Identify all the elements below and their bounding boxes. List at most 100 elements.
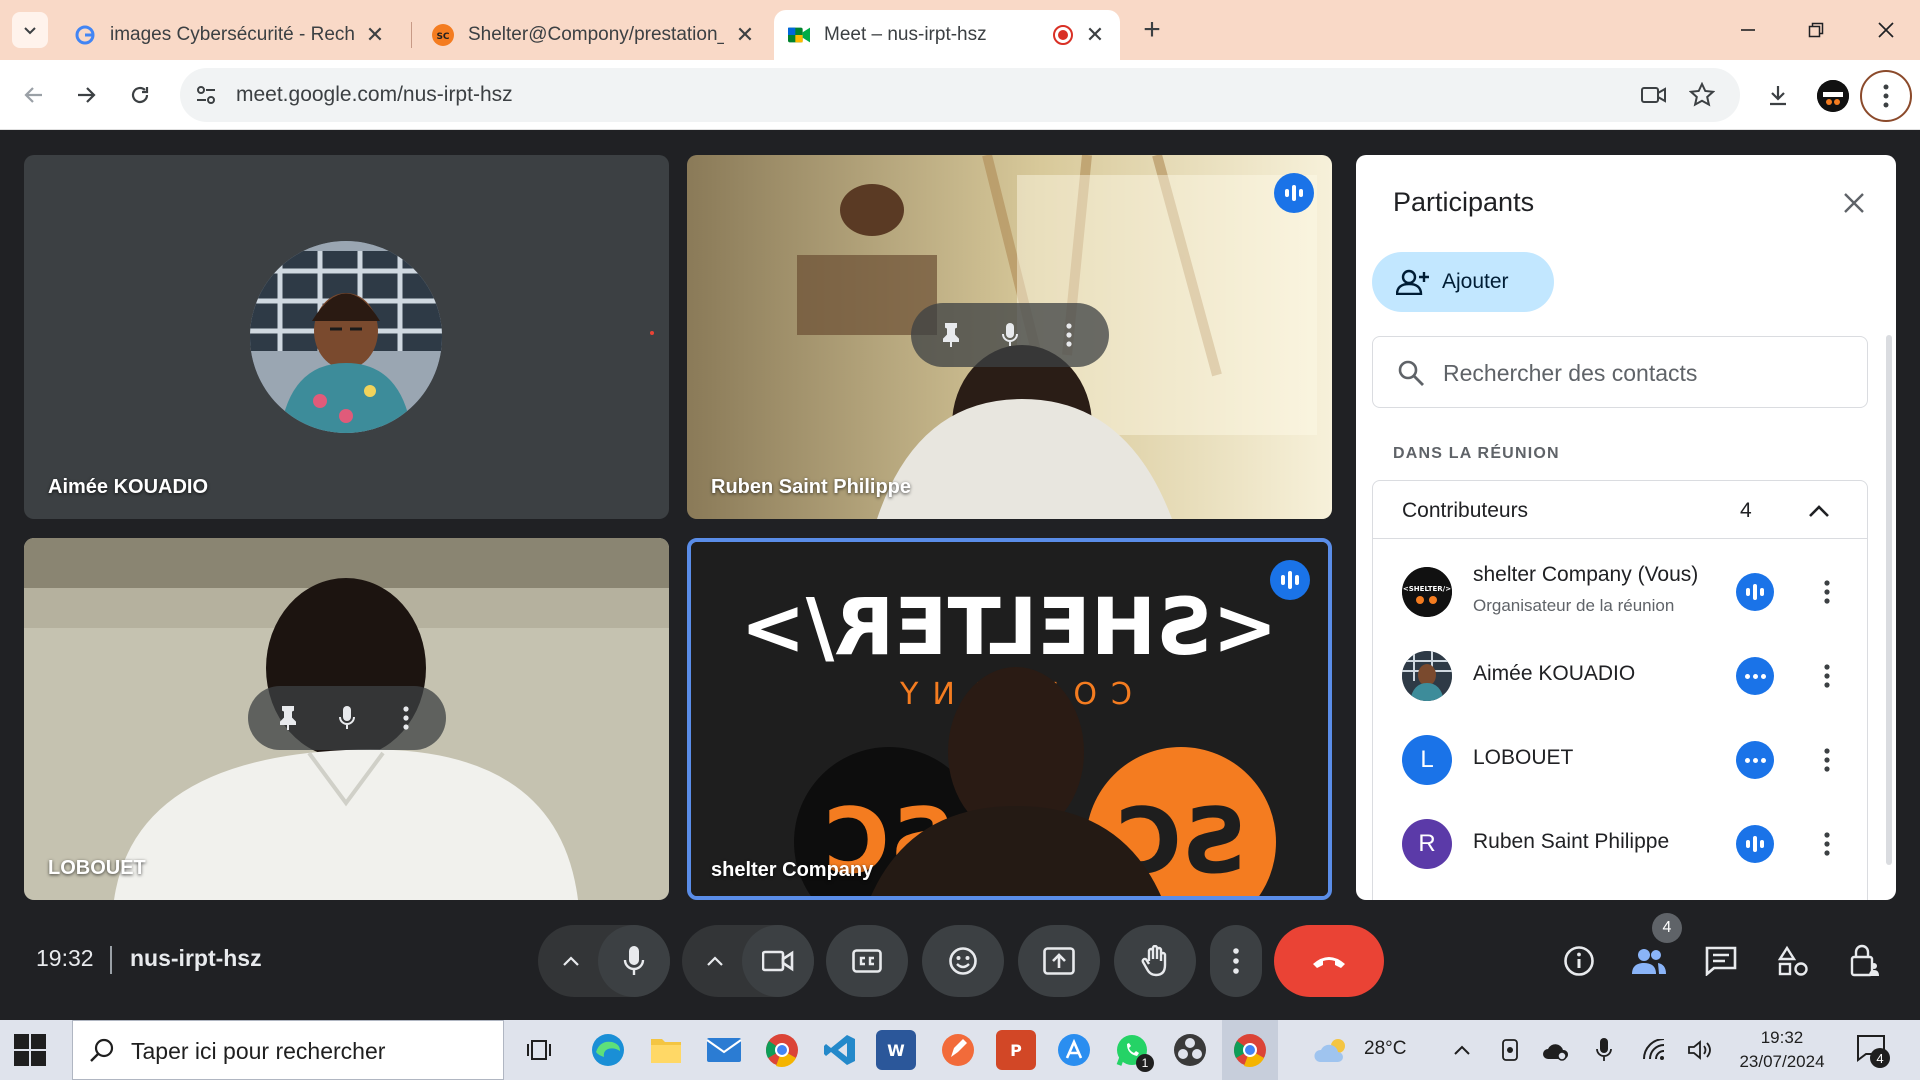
- new-tab-button[interactable]: +: [1136, 14, 1168, 46]
- mail-icon[interactable]: [704, 1030, 744, 1070]
- browser-tab-strip: images Cybersécurité - Recherche ✕ SC Sh…: [0, 0, 1920, 60]
- volume-icon[interactable]: [1686, 1036, 1714, 1064]
- file-explorer-icon[interactable]: [646, 1030, 686, 1070]
- app-store-icon[interactable]: [1054, 1030, 1094, 1070]
- panel-title: Participants: [1393, 187, 1535, 217]
- taskbar-search-input[interactable]: [131, 1033, 491, 1069]
- microphone-icon[interactable]: [988, 313, 1032, 357]
- forward-button[interactable]: [68, 77, 104, 113]
- video-tile-aimee[interactable]: Aimée KOUADIO: [24, 155, 669, 519]
- bookmark-star-icon[interactable]: [1688, 81, 1716, 109]
- close-window-button[interactable]: [1856, 12, 1916, 48]
- chrome-icon[interactable]: [762, 1030, 802, 1070]
- add-people-button[interactable]: Ajouter: [1372, 252, 1554, 312]
- audio-options-chevron-icon[interactable]: [548, 938, 594, 984]
- host-controls-button[interactable]: [1842, 938, 1888, 984]
- microphone-icon[interactable]: [325, 696, 369, 740]
- more-options-icon[interactable]: [1047, 313, 1091, 357]
- notification-center-icon[interactable]: 4: [1856, 1034, 1890, 1068]
- more-options-icon[interactable]: [1809, 742, 1845, 778]
- captions-button[interactable]: [826, 925, 908, 997]
- avatar: R: [1402, 819, 1452, 869]
- avatar: [1402, 651, 1452, 701]
- meet-now-icon[interactable]: [1496, 1036, 1524, 1064]
- chrome-active-icon[interactable]: [1222, 1020, 1278, 1080]
- microphone-toggle-button[interactable]: [598, 925, 670, 997]
- notification-count: 4: [1870, 1048, 1890, 1068]
- video-tile-ruben[interactable]: Ruben Saint Philippe: [687, 155, 1332, 519]
- tab-meet[interactable]: Meet – nus-irpt-hsz ✕: [774, 10, 1120, 60]
- camera-toggle-button[interactable]: [742, 925, 814, 997]
- close-panel-button[interactable]: [1836, 185, 1872, 221]
- people-button[interactable]: [1626, 938, 1672, 984]
- weather-icon[interactable]: [1314, 1036, 1354, 1064]
- profile-avatar[interactable]: [1817, 80, 1849, 112]
- more-options-button[interactable]: [1210, 925, 1262, 997]
- site-settings-icon[interactable]: [194, 83, 218, 107]
- taskbar-clock[interactable]: 19:32 23/07/2024: [1738, 1026, 1826, 1074]
- meeting-details-button[interactable]: [1556, 938, 1602, 984]
- participants-panel: Participants Ajouter DANS LA RÉUNION Con…: [1356, 155, 1896, 900]
- obs-studio-icon[interactable]: [1170, 1030, 1210, 1070]
- video-options-chevron-icon[interactable]: [692, 938, 738, 984]
- pen-app-icon[interactable]: [938, 1030, 978, 1070]
- more-options-icon[interactable]: [1809, 826, 1845, 862]
- minimize-window-button[interactable]: [1718, 12, 1778, 48]
- search-input[interactable]: [1443, 351, 1843, 395]
- more-options-icon[interactable]: [1809, 658, 1845, 694]
- close-icon: [1844, 193, 1864, 213]
- chevron-up-icon[interactable]: [1448, 1036, 1476, 1064]
- microphone-icon: [623, 946, 645, 975]
- participant-row[interactable]: R Ruben Saint Philippe: [1373, 802, 1867, 886]
- video-tile-lobouet[interactable]: LOBOUET: [24, 538, 669, 900]
- chevron-up-icon[interactable]: [1801, 493, 1837, 529]
- taskbar-search[interactable]: [72, 1020, 504, 1080]
- powerpoint-icon[interactable]: P: [996, 1030, 1036, 1070]
- leave-call-button[interactable]: [1274, 925, 1384, 997]
- back-button[interactable]: [16, 77, 52, 113]
- reload-button[interactable]: [122, 77, 158, 113]
- raise-hand-button[interactable]: [1114, 925, 1196, 997]
- whatsapp-icon[interactable]: 1: [1112, 1030, 1154, 1072]
- address-bar[interactable]: meet.google.com/nus-irpt-hsz: [180, 68, 1740, 122]
- close-tab-icon[interactable]: ✕: [734, 22, 756, 48]
- participant-row[interactable]: L LOBOUET: [1373, 718, 1867, 802]
- panel-scrollbar[interactable]: [1886, 335, 1892, 865]
- reactions-button[interactable]: [922, 925, 1004, 997]
- clock-date: 23/07/2024: [1739, 1052, 1825, 1071]
- cloud-sync-icon[interactable]: [1542, 1036, 1570, 1064]
- close-tab-icon[interactable]: ✕: [364, 22, 386, 48]
- tab-images-search[interactable]: images Cybersécurité - Recherche ✕: [60, 10, 400, 60]
- activities-button[interactable]: [1770, 938, 1816, 984]
- contact-search[interactable]: [1372, 336, 1868, 408]
- pin-icon[interactable]: [266, 696, 310, 740]
- wifi-icon[interactable]: [1640, 1036, 1668, 1064]
- url-text[interactable]: meet.google.com/nus-irpt-hsz: [236, 83, 513, 107]
- weather-temperature[interactable]: 28°C: [1364, 1038, 1406, 1060]
- avatar: [250, 241, 442, 433]
- more-options-icon[interactable]: [1809, 574, 1845, 610]
- chevron-down-icon: [24, 27, 36, 35]
- tab-shelter-prestation[interactable]: SC Shelter@Compony/prestation_client ✕: [418, 10, 770, 60]
- task-view-icon[interactable]: [520, 1030, 560, 1070]
- windows-start-icon[interactable]: [14, 1034, 46, 1066]
- tab-search-dropdown[interactable]: [12, 12, 48, 48]
- chrome-menu-button[interactable]: [1860, 70, 1912, 122]
- participant-row[interactable]: Aimée KOUADIO: [1373, 634, 1867, 718]
- call-end-icon: [1313, 957, 1345, 968]
- contributors-header[interactable]: Contributeurs 4: [1373, 481, 1867, 539]
- vscode-icon[interactable]: [820, 1030, 860, 1070]
- microphone-icon[interactable]: [1590, 1036, 1618, 1064]
- participant-row[interactable]: <SHELTER/> shelter Company (Vous) Organi…: [1373, 550, 1867, 634]
- more-options-icon[interactable]: [384, 696, 428, 740]
- downloads-button[interactable]: [1760, 77, 1796, 113]
- word-icon[interactable]: W: [876, 1030, 916, 1070]
- video-tile-shelter-company[interactable]: <SHELTER/> COMPANY SC SC shelter Company: [687, 538, 1332, 900]
- pin-icon[interactable]: [929, 313, 973, 357]
- close-tab-icon[interactable]: ✕: [1084, 22, 1106, 48]
- chat-button[interactable]: [1698, 938, 1744, 984]
- edge-browser-icon[interactable]: [588, 1030, 628, 1070]
- present-screen-button[interactable]: [1018, 925, 1100, 997]
- camera-in-use-icon[interactable]: [1640, 81, 1668, 109]
- restore-window-button[interactable]: [1786, 12, 1846, 48]
